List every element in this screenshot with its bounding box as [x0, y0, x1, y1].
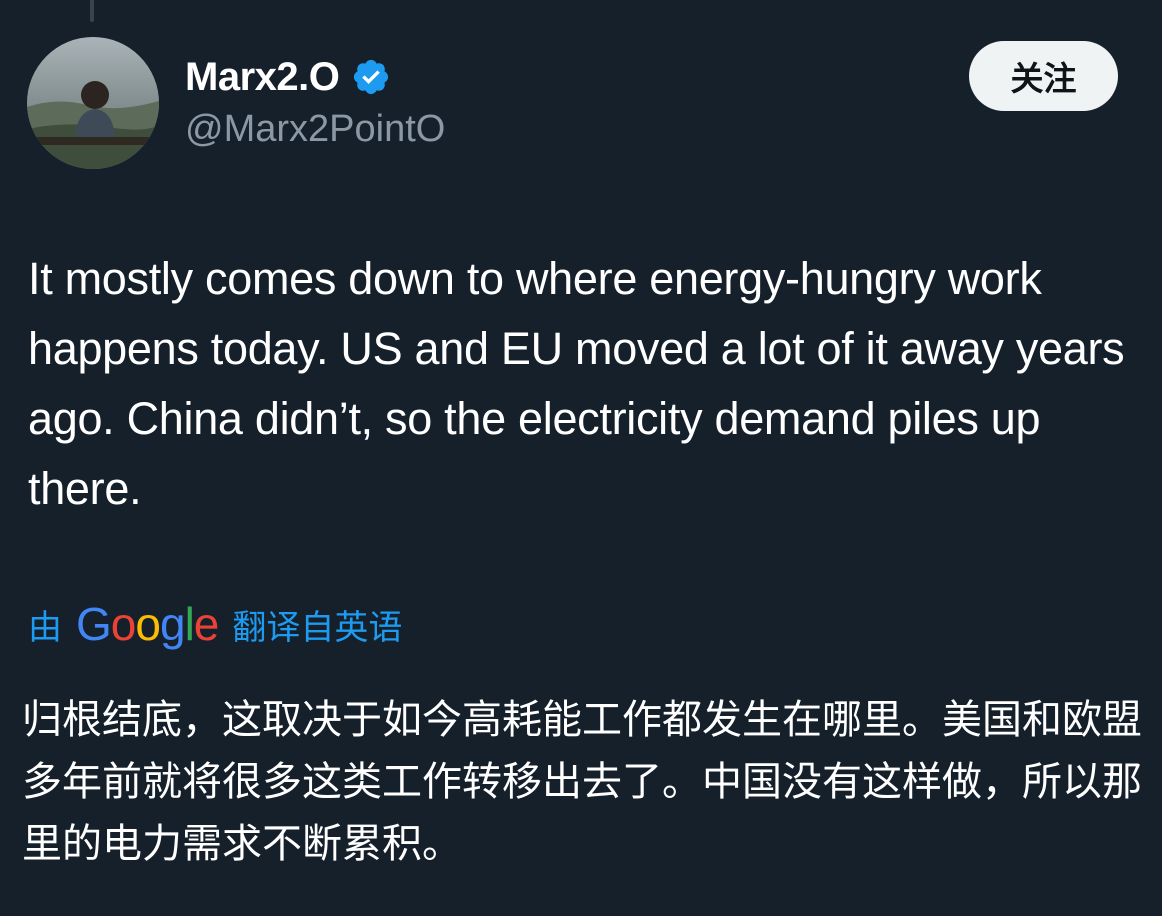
google-logo-letter: g	[159, 598, 186, 650]
translation-suffix: 翻译自英语	[232, 607, 403, 648]
google-logo-letter: e	[193, 598, 220, 650]
google-logo-letter: l	[184, 598, 195, 650]
follow-button[interactable]: 关注	[969, 41, 1118, 111]
google-logo-letter: o	[135, 598, 161, 650]
google-logo: Google	[76, 597, 220, 651]
google-logo-letter: o	[110, 598, 137, 650]
author-name-row[interactable]: Marx2.O	[185, 50, 391, 104]
translation-attribution[interactable]: 由 Google 翻译自英语	[28, 596, 402, 652]
avatar-photo	[27, 37, 159, 169]
thread-connector-line	[90, 0, 94, 22]
verified-badge-icon	[354, 59, 389, 95]
author-display-name[interactable]: Marx2.O	[185, 55, 340, 100]
avatar[interactable]	[27, 37, 159, 169]
translation-prefix: 由	[28, 607, 62, 648]
author-handle[interactable]: @Marx2PointO	[185, 108, 445, 151]
tweet-text: It mostly comes down to where energy-hun…	[28, 253, 1125, 514]
translated-tweet-text: 归根结底，这取决于如今高耗能工作都发生在哪里。美国和欧盟多年前就将很多这类工作转…	[22, 697, 1142, 867]
google-logo-letter: G	[76, 598, 112, 650]
